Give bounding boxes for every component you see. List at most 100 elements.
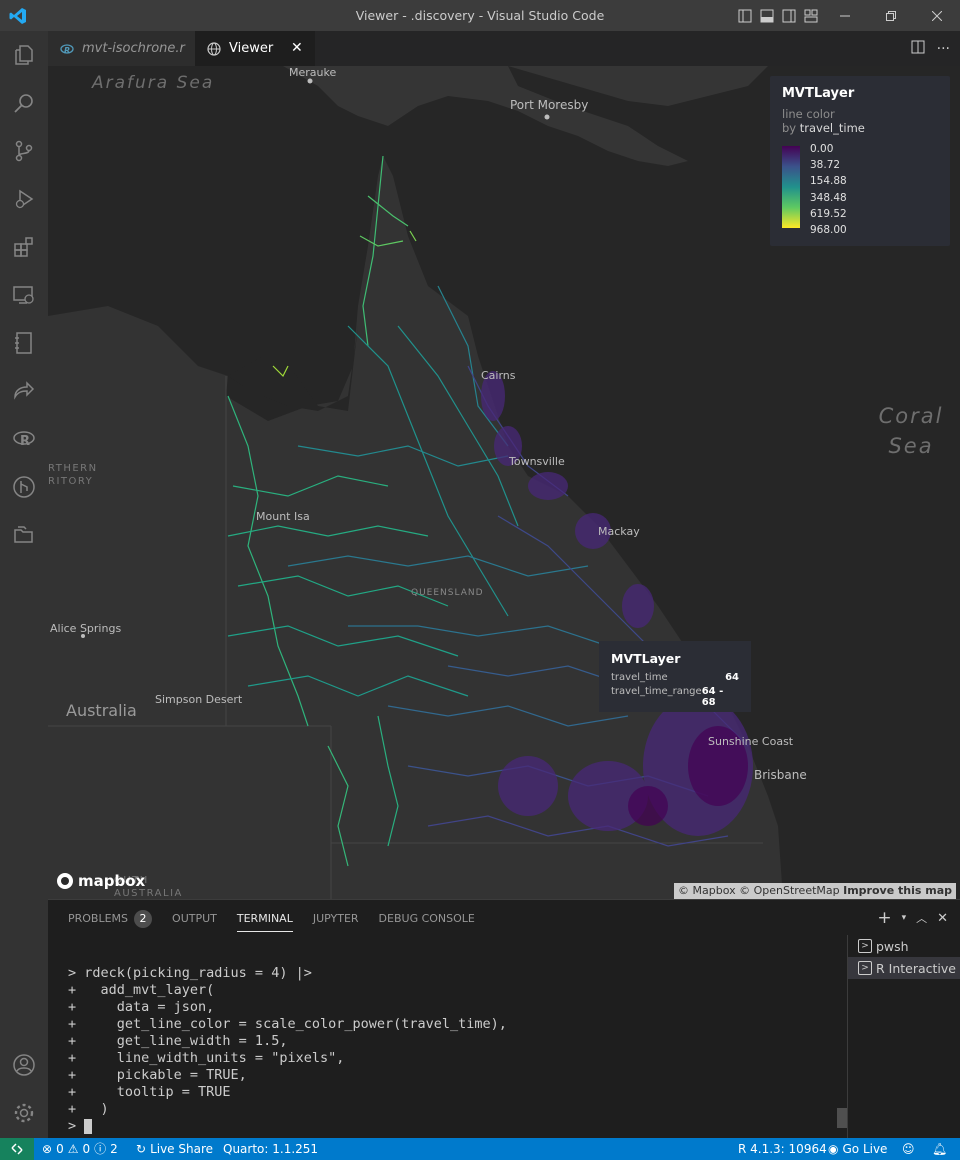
- problems-status[interactable]: ⊗ 0 ⚠ 0 ⓘ 2: [42, 1138, 118, 1160]
- legend-tick: 968.00: [810, 224, 847, 237]
- broadcast-icon: ◉: [828, 1142, 839, 1156]
- legend-tick: 619.52: [810, 207, 847, 220]
- close-window-icon[interactable]: [914, 0, 960, 31]
- notebook-icon[interactable]: [0, 319, 48, 367]
- project-manager-icon[interactable]: [0, 511, 48, 559]
- problems-count-badge: 2: [134, 910, 153, 928]
- tab-problems[interactable]: PROBLEMS 2: [68, 910, 153, 932]
- go-live-status[interactable]: ◉ Go Live: [828, 1138, 887, 1160]
- terminal-line: + add_mvt_layer(: [68, 982, 215, 998]
- sea-label-coral: Coral Sea: [878, 404, 944, 458]
- map-viewer[interactable]: Arafura Sea Coral Sea Merauke Port Mores…: [48, 66, 960, 899]
- legend-by-field: travel_time: [799, 121, 865, 135]
- chevron-down-icon[interactable]: ▾: [902, 913, 907, 923]
- terminal-icon: >: [858, 961, 872, 975]
- tooltip-value: 64: [725, 672, 739, 683]
- more-actions-icon[interactable]: ···: [937, 41, 950, 57]
- toggle-panel-icon[interactable]: [756, 0, 778, 31]
- terminal-line: + tooltip = TRUE: [68, 1084, 231, 1100]
- legend-color-scale: [782, 146, 800, 228]
- place-label-simpson-desert: Simpson Desert: [155, 693, 243, 706]
- search-icon[interactable]: [0, 79, 48, 127]
- tab-jupyter[interactable]: JUPYTER: [313, 910, 359, 932]
- tab-terminal[interactable]: TERMINAL: [236, 910, 293, 932]
- terminal-item-label: R Interactive: [876, 960, 956, 976]
- accounts-icon[interactable]: [0, 1041, 48, 1089]
- live-share-status[interactable]: ↻ Live Share: [136, 1138, 213, 1160]
- quarto-status[interactable]: Quarto: 1.1.251: [223, 1138, 318, 1160]
- live-share-label: Live Share: [150, 1142, 214, 1156]
- status-bar: ⊗ 0 ⚠ 0 ⓘ 2 ↻ Live Share Quarto: 1.1.251 R 4…: [0, 1138, 960, 1160]
- title-bar: Viewer - .discovery - Visual Studio Code: [0, 0, 960, 31]
- terminal-item-r-interactive[interactable]: > R Interactive: [848, 957, 960, 979]
- terminal-scrollbar[interactable]: [837, 1108, 847, 1128]
- legend-by-prefix: by: [782, 121, 797, 135]
- map-attribution: © Mapbox © OpenStreetMap Improve this ma…: [674, 883, 956, 899]
- r-language-icon[interactable]: R: [0, 415, 48, 463]
- r-version-status[interactable]: R 4.1.3: 10964: [738, 1138, 827, 1160]
- place-label-alice-springs: Alice Springs: [50, 622, 122, 635]
- mapbox-logo[interactable]: mapbox: [56, 872, 145, 890]
- terminal-item-pwsh[interactable]: > pwsh: [848, 935, 960, 957]
- tooltip-key: travel_time: [611, 672, 668, 683]
- mapbox-logo-icon: [57, 873, 73, 889]
- tab-debug-console[interactable]: DEBUG CONSOLE: [379, 910, 475, 932]
- extensions-icon[interactable]: [0, 223, 48, 271]
- legend-tick: 348.48: [810, 191, 847, 204]
- split-editor-icon[interactable]: [911, 39, 925, 58]
- place-label-mackay: Mackay: [598, 525, 640, 538]
- tab-label: Viewer: [229, 41, 274, 56]
- place-label-townsville: Townsville: [509, 455, 565, 468]
- region-label-queensland: QUEENSLAND: [411, 588, 484, 598]
- maximize-panel-icon[interactable]: ︿: [916, 910, 927, 926]
- run-debug-icon[interactable]: [0, 175, 48, 223]
- restore-icon[interactable]: [868, 0, 914, 31]
- remote-explorer-icon[interactable]: [0, 271, 48, 319]
- tab-label: PROBLEMS: [68, 912, 129, 925]
- notifications-bell-icon[interactable]: 🔔︎: [932, 1138, 947, 1160]
- error-icon: ⊗: [42, 1142, 53, 1156]
- terminal-line: + ): [68, 1101, 109, 1117]
- map-legend: MVTLayer line color by travel_time 0.00 …: [770, 76, 950, 246]
- attribution-mapbox-link[interactable]: © Mapbox: [678, 884, 736, 897]
- feedback-icon[interactable]: ☺: [902, 1138, 915, 1160]
- tab-viewer[interactable]: Viewer ✕: [195, 31, 315, 66]
- go-live-label: Go Live: [842, 1142, 888, 1156]
- toggle-secondary-sidebar-icon[interactable]: [778, 0, 800, 31]
- tab-output[interactable]: OUTPUT: [172, 910, 217, 932]
- warning-count: 0: [82, 1142, 91, 1156]
- close-panel-icon[interactable]: ✕: [937, 911, 948, 926]
- git-graph-icon[interactable]: [0, 463, 48, 511]
- source-control-icon[interactable]: [0, 127, 48, 175]
- live-share-icon[interactable]: [0, 367, 48, 415]
- remote-indicator-icon[interactable]: [0, 1138, 34, 1160]
- warning-icon: ⚠: [67, 1142, 79, 1156]
- place-label-cairns: Cairns: [481, 369, 516, 382]
- explorer-icon[interactable]: [0, 31, 48, 79]
- editor-tab-bar: R mvt-isochrone.r Viewer ✕ ···: [48, 31, 960, 66]
- place-label-sunshine-coast: Sunshine Coast: [708, 735, 794, 748]
- r-file-icon: R: [60, 43, 74, 55]
- tooltip-value: 64 - 68: [701, 686, 724, 708]
- settings-gear-icon[interactable]: [0, 1089, 48, 1137]
- new-terminal-icon[interactable]: +: [877, 908, 891, 928]
- legend-tick: 154.88: [810, 175, 847, 188]
- terminal-line: > rdeck(picking_radius = 4) |>: [68, 965, 312, 981]
- mapbox-logo-text: mapbox: [78, 872, 146, 890]
- info-count: 2: [110, 1142, 118, 1156]
- terminal-prompt: >: [68, 1118, 85, 1134]
- improve-map-link[interactable]: Improve this map: [843, 884, 952, 897]
- sea-label-arafura: Arafura Sea: [92, 73, 215, 93]
- tab-label: mvt-isochrone.r: [82, 41, 185, 56]
- live-share-icon: ↻: [136, 1142, 147, 1156]
- attribution-osm-link[interactable]: © OpenStreetMap: [739, 884, 840, 897]
- tab-mvt-isochrone[interactable]: R mvt-isochrone.r: [48, 31, 195, 66]
- globe-icon: [207, 41, 221, 56]
- minimize-icon[interactable]: [822, 0, 868, 31]
- close-tab-icon[interactable]: ✕: [291, 41, 305, 55]
- terminal-icon: >: [858, 939, 872, 953]
- customize-layout-icon[interactable]: [800, 0, 822, 31]
- terminal-output[interactable]: > rdeck(picking_radius = 4) |> + add_mvt_…: [68, 948, 507, 1160]
- toggle-sidebar-icon[interactable]: [734, 0, 756, 31]
- legend-tick: 0.00: [810, 143, 834, 155]
